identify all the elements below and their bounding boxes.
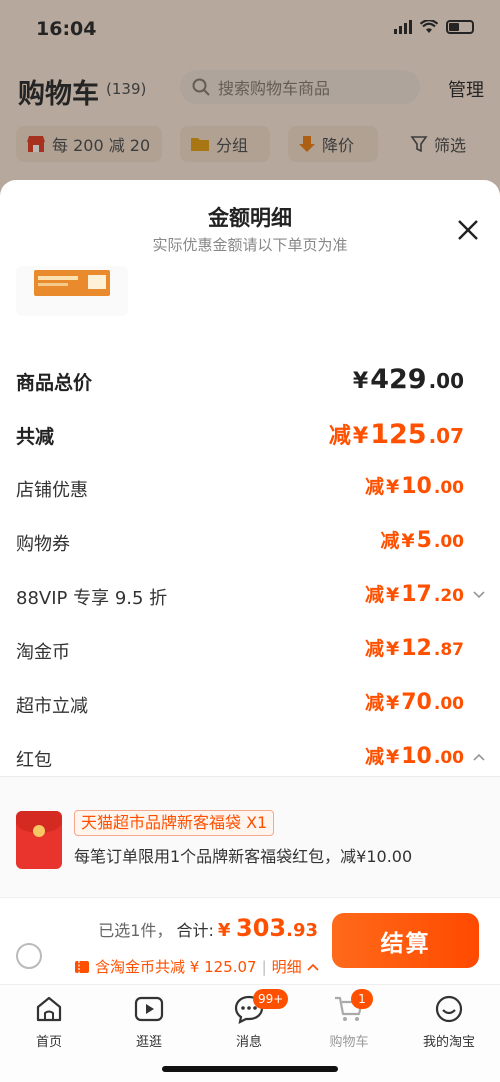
row-88vip[interactable]: 88VIP 专享 9.5 折 减 ¥17.20 [0, 576, 500, 616]
row-amount: 减 ¥17.20 [365, 582, 464, 607]
message-badge: 99+ [253, 989, 289, 1009]
bottom-tabbar: 首页 逛逛 99+ 消息 1 购物车 我的淘宝 [0, 984, 500, 1082]
amount-detail-sheet: 金额明细 实际优惠金额请以下单页为准 商品总价 ¥429.00 共减 减 ¥125… [0, 180, 500, 1082]
cart-badge: 1 [351, 989, 373, 1009]
row-label: 超市立减 [16, 696, 88, 717]
row-amount: 减 ¥5.00 [380, 528, 464, 553]
row-label: 购物券 [16, 534, 70, 555]
coupon-icon [75, 960, 89, 973]
row-amount: ¥429.00 [352, 364, 464, 395]
red-packet-tag: 天猫超市品牌新客福袋 X1 [74, 810, 275, 836]
row-taojinbi: 淘金币 减 ¥12.87 [0, 630, 500, 670]
total-summary: 已选1件， 合计: ¥ 303.93 [98, 914, 318, 942]
selected-count: 已选1件， [98, 921, 173, 940]
row-label: 红包 [16, 750, 52, 771]
row-label: 淘金币 [16, 642, 70, 663]
row-amount: 减 ¥12.87 [365, 636, 464, 661]
close-button[interactable] [456, 218, 480, 242]
tab-label: 逛逛 [135, 1035, 162, 1050]
chevron-up-icon[interactable] [472, 750, 486, 764]
row-amount: 减 ¥10.00 [365, 474, 464, 499]
video-icon [134, 996, 164, 1022]
product-image [34, 270, 110, 296]
sheet-subtitle: 实际优惠金额请以下单页为准 [152, 236, 348, 254]
row-red-packet[interactable]: 红包 减 ¥10.00 [0, 738, 500, 778]
row-amount: 减 ¥70.00 [365, 690, 464, 715]
tab-cart[interactable]: 1 购物车 [304, 989, 394, 1053]
tab-browse[interactable]: 逛逛 [104, 993, 194, 1053]
cart-icon-wrap: 1 [333, 989, 373, 1025]
row-label: 商品总价 [16, 372, 93, 394]
home-icon [36, 996, 62, 1022]
message-icon-wrap: 99+ [233, 989, 289, 1025]
sum-label: 合计: [176, 921, 214, 940]
tab-label: 消息 [235, 1035, 262, 1050]
row-supermarket-discount: 超市立减 减 ¥70.00 [0, 684, 500, 724]
tab-my-taobao[interactable]: 我的淘宝 [404, 993, 494, 1053]
sum-amount: ¥ 303.93 [217, 914, 318, 942]
tab-label: 购物车 [329, 1035, 369, 1050]
row-amount: 减 ¥125.07 [328, 419, 464, 450]
tab-label: 我的淘宝 [422, 1035, 475, 1050]
red-packet-desc: 每笔订单限用1个品牌新客福袋红包，减¥10.00 [74, 847, 413, 866]
checkout-bar: 已选1件， 合计: ¥ 303.93 含淘金币共减 ¥ 125.07 | 明细 … [0, 897, 500, 983]
separator: | [261, 957, 267, 976]
row-shopping-coupon: 购物券 减 ¥5.00 [0, 522, 500, 562]
row-label: 店铺优惠 [16, 480, 88, 501]
red-packet-detail: 天猫超市品牌新客福袋 X1 每笔订单限用1个品牌新客福袋红包，减¥10.00 [0, 777, 500, 897]
row-total-discount: 共减 减 ¥125.07 [0, 414, 500, 454]
chevron-down-icon[interactable] [472, 588, 486, 602]
row-total-price: 商品总价 ¥429.00 [0, 360, 500, 400]
close-icon [458, 220, 478, 240]
row-label: 共减 [16, 426, 55, 448]
product-thumbnail[interactable] [16, 266, 128, 316]
red-packet-icon [16, 811, 62, 869]
home-indicator [162, 1066, 338, 1072]
row-shop-discount: 店铺优惠 减 ¥10.00 [0, 468, 500, 508]
detail-link[interactable]: 明细 [272, 956, 302, 977]
savings-line[interactable]: 含淘金币共减 ¥ 125.07 | 明细 [74, 956, 319, 977]
row-amount: 减 ¥10.00 [365, 744, 464, 769]
savings-text: 含淘金币共减 ¥ 125.07 [95, 958, 257, 976]
profile-icon [435, 995, 463, 1023]
tab-label: 首页 [35, 1035, 62, 1050]
sheet-title: 金额明细 [208, 206, 292, 230]
select-all-radio[interactable] [16, 943, 42, 969]
checkout-button[interactable]: 结算 [332, 913, 479, 968]
tab-home[interactable]: 首页 [4, 993, 94, 1053]
chevron-up-icon [307, 963, 319, 971]
row-label: 88VIP 专享 9.5 折 [16, 588, 168, 609]
tab-messages[interactable]: 99+ 消息 [204, 989, 294, 1053]
